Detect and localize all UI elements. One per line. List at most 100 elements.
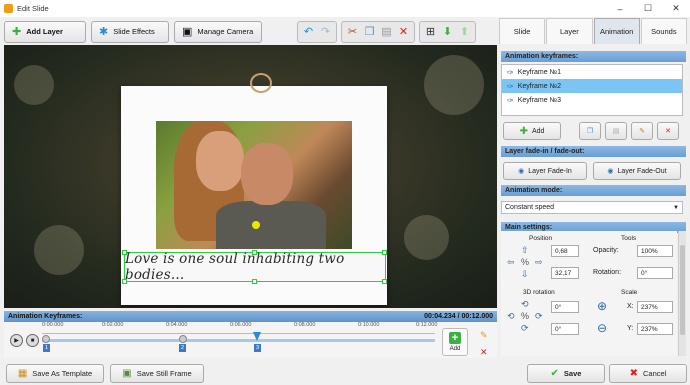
rotate-handle[interactable]: [252, 221, 260, 229]
rotate-3d-icon[interactable]: ⟳: [535, 311, 543, 322]
resize-handle[interactable]: [382, 279, 387, 284]
cancel-icon: ✖: [629, 368, 639, 379]
minimize-icon[interactable]: –: [606, 0, 634, 17]
rotation-3d-x-field[interactable]: 0°: [551, 301, 579, 313]
resize-handle[interactable]: [252, 250, 257, 255]
arrow-left-icon[interactable]: ⇦: [507, 257, 515, 268]
position-y-field[interactable]: 32,17: [551, 267, 579, 279]
title-bar: Edit Slide – ☐ ✕: [0, 0, 690, 17]
tab-sounds[interactable]: Sounds: [640, 18, 687, 44]
keyframe-marker[interactable]: 1: [43, 344, 50, 352]
keyframe-knob[interactable]: [42, 335, 50, 343]
animation-track[interactable]: [42, 339, 435, 342]
percent-icon[interactable]: %: [521, 257, 529, 267]
camera-icon: ▣: [182, 26, 193, 38]
settings-scrollbar[interactable]: [678, 231, 686, 356]
scale-label: Scale: [621, 289, 638, 296]
tick-label: 0:08.000: [294, 322, 316, 328]
delete-icon[interactable]: ✕: [480, 347, 488, 358]
eye-icon: ◉: [607, 168, 614, 175]
rotate-3d-icon[interactable]: ⟲: [521, 299, 529, 310]
fade-in-label: Layer Fade-In: [528, 167, 572, 175]
slide-effects-button[interactable]: ✱ Slide Effects: [91, 20, 169, 43]
move-up-icon[interactable]: ⬆: [456, 25, 473, 38]
text-layer-caption[interactable]: Love is one soul inhabiting two bodies..…: [124, 251, 386, 283]
rotate-3d-icon[interactable]: ⟲: [507, 311, 515, 322]
keyframe-marker[interactable]: 3: [254, 344, 261, 352]
scale-y-field[interactable]: 237%: [637, 323, 673, 335]
copy-icon[interactable]: ❐: [361, 25, 378, 38]
cancel-label: Cancel: [643, 369, 667, 378]
edit-group: ✂ ❐ ▤ ✕: [341, 20, 415, 43]
paste-icon[interactable]: ▤: [378, 25, 395, 38]
add-keyframe-button[interactable]: ✚ Add: [503, 122, 561, 140]
resize-handle[interactable]: [122, 250, 127, 255]
playhead[interactable]: [253, 332, 261, 341]
keyframe-marker[interactable]: 2: [179, 344, 186, 352]
manage-camera-label: Manage Camera: [197, 27, 254, 36]
keyframe-label: Keyframe №1: [517, 68, 562, 76]
scale-x-field[interactable]: 237%: [637, 301, 673, 313]
rotate-3d-icon[interactable]: ⟳: [521, 323, 529, 334]
zoom-out-icon[interactable]: ⊖: [597, 321, 607, 335]
animation-mode-select[interactable]: Constant speed ▼: [501, 201, 683, 214]
arrow-down-icon[interactable]: ⇩: [521, 269, 529, 280]
add-keyframe-button[interactable]: + Add: [442, 328, 468, 356]
pin-icon: ✑: [507, 95, 514, 105]
paste-keyframe-button[interactable]: ▤: [605, 122, 627, 140]
fade-in-button[interactable]: ◉ Layer Fade-In: [503, 162, 587, 180]
move-down-icon[interactable]: ⬇: [439, 25, 456, 38]
slide-canvas[interactable]: Love is one soul inhabiting two bodies..…: [4, 45, 497, 308]
arrow-right-icon[interactable]: ⇨: [535, 257, 543, 268]
delete-keyframe-button[interactable]: ✕: [657, 122, 679, 140]
list-item[interactable]: ✑ Keyframe №1: [502, 65, 682, 79]
rotation-3d-y-field[interactable]: 0°: [551, 323, 579, 335]
resize-handle[interactable]: [382, 250, 387, 255]
keyframe-knob[interactable]: [179, 335, 187, 343]
tab-slide[interactable]: Slide: [499, 18, 546, 44]
tab-animation[interactable]: Animation: [593, 18, 640, 44]
delete-icon[interactable]: ✕: [395, 25, 412, 38]
scrollbar-thumb[interactable]: [680, 245, 685, 335]
position-x-field[interactable]: 0,68: [551, 245, 579, 257]
tab-layer[interactable]: Layer: [546, 18, 593, 44]
add-icon: ✚: [519, 125, 528, 137]
redo-icon[interactable]: ↷: [317, 25, 334, 38]
section-header: Animation mode:: [501, 185, 686, 196]
couple-photo[interactable]: [156, 121, 352, 249]
add-label: Add: [531, 127, 545, 135]
undo-icon[interactable]: ↶: [300, 25, 317, 38]
cancel-button[interactable]: ✖ Cancel: [609, 364, 687, 383]
save-still-frame-button[interactable]: ▣ Save Still Frame: [110, 364, 204, 383]
rotation-field[interactable]: 0°: [637, 267, 673, 279]
resize-handle[interactable]: [252, 279, 257, 284]
resize-handle[interactable]: [122, 279, 127, 284]
bokeh-light: [14, 65, 54, 105]
percent-icon[interactable]: %: [521, 311, 529, 321]
cut-icon[interactable]: ✂: [344, 25, 361, 38]
fade-out-button[interactable]: ◉ Layer Fade-Out: [593, 162, 681, 180]
maximize-icon[interactable]: ☐: [634, 0, 662, 17]
stop-button[interactable]: ■: [26, 334, 39, 347]
edit-keyframe-button[interactable]: ✎: [631, 122, 653, 140]
add-layer-button[interactable]: ✚ Add Layer: [4, 20, 86, 43]
copy-keyframe-button[interactable]: ❐: [579, 122, 601, 140]
save-button[interactable]: ✔ Save: [527, 364, 605, 383]
chevron-down-icon: ▼: [673, 204, 679, 211]
timeline: ▶ ■ 0:00.000 0:02.000 0:04.000 0:06.000 …: [4, 322, 497, 358]
fade-out-label: Layer Fade-Out: [617, 167, 667, 175]
timeline-track-line: [42, 333, 435, 334]
tools-label: Tools: [621, 235, 637, 242]
manage-camera-button[interactable]: ▣ Manage Camera: [174, 20, 262, 43]
opacity-field[interactable]: 100%: [637, 245, 673, 257]
list-item[interactable]: ✑ Keyframe №2: [502, 79, 682, 93]
edit-icon[interactable]: ✎: [480, 330, 488, 341]
align-icon[interactable]: ⊞: [422, 25, 439, 38]
zoom-in-icon[interactable]: ⊕: [597, 299, 607, 313]
timeline-ruler[interactable]: 0:00.000 0:02.000 0:04.000 0:06.000 0:08…: [42, 322, 437, 358]
list-item[interactable]: ✑ Keyframe №3: [502, 93, 682, 107]
play-button[interactable]: ▶: [10, 334, 23, 347]
arrow-up-icon[interactable]: ⇧: [521, 245, 529, 256]
close-icon[interactable]: ✕: [662, 0, 690, 17]
save-as-template-button[interactable]: ▦ Save As Template: [6, 364, 104, 383]
